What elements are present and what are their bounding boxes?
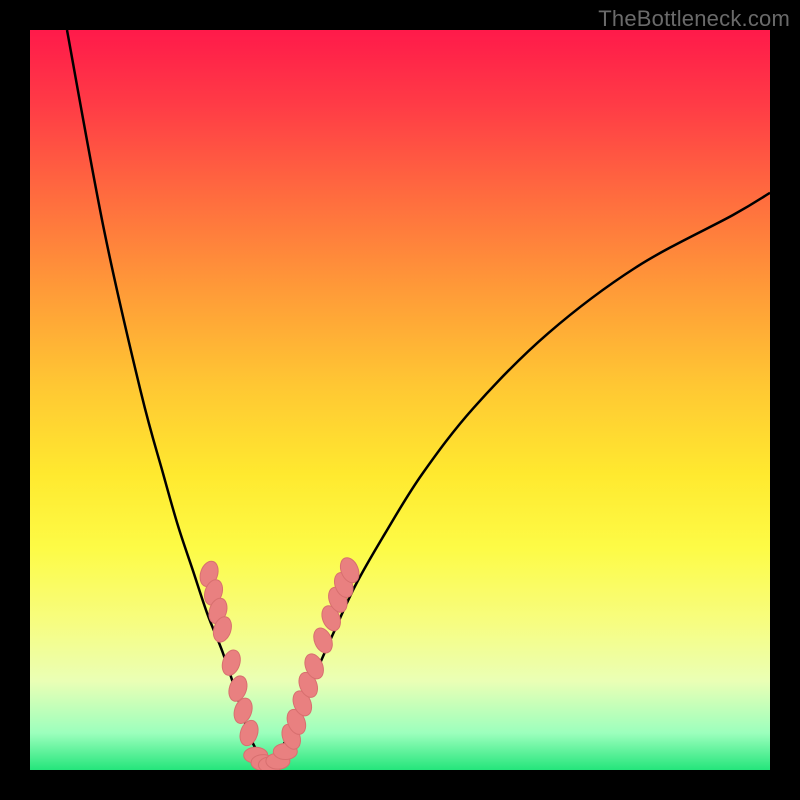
chart-svg	[30, 30, 770, 770]
plot-area	[30, 30, 770, 770]
watermark-text: TheBottleneck.com	[598, 6, 790, 32]
outer-frame: TheBottleneck.com	[0, 0, 800, 800]
data-markers	[197, 555, 362, 770]
right-limb-curve	[267, 193, 770, 767]
